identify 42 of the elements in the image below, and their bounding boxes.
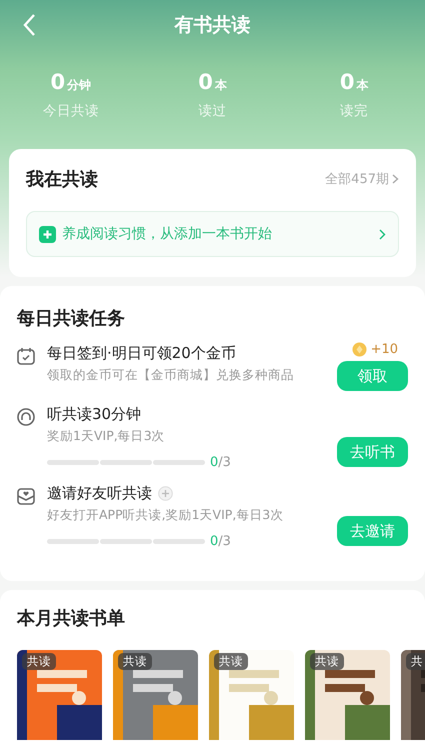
section-title: 我在共读: [26, 168, 98, 191]
co-read-badge: 共: [406, 653, 425, 670]
co-read-badge: 共读: [214, 653, 248, 670]
coin-icon: [352, 342, 367, 357]
coin-reward: +10: [370, 342, 398, 357]
stat-unit: 本: [356, 77, 368, 94]
stat-label: 读完: [340, 102, 368, 120]
all-issues-link[interactable]: 全部457期: [325, 170, 399, 188]
stat-value: 0: [340, 70, 354, 94]
envelope-icon: [17, 487, 35, 505]
progress-total: /3: [218, 534, 231, 549]
chevron-icon: [379, 228, 386, 240]
progress-count: 0: [210, 534, 218, 549]
task-title: 每日签到·明日可领20个金币: [47, 344, 236, 363]
headphones-icon: [17, 408, 35, 426]
co-read-badge: 共读: [22, 653, 56, 670]
task-description: 奖励1天VIP,每日3次: [47, 428, 166, 445]
stat-unit: 分钟: [67, 77, 92, 94]
calendar-icon: [17, 347, 35, 365]
task-description: 领取的金币可在【金币商城】兑换多种商品: [47, 367, 295, 384]
add-book-prompt: 养成阅读习惯，从添加一本书开始: [62, 225, 273, 243]
task-description: 好友打开APP听共读,奖励1天VIP,每日3次: [47, 507, 284, 524]
stat-value: 0: [198, 70, 213, 94]
stat-unit: 本: [214, 77, 227, 94]
progress-count: 0: [210, 455, 218, 470]
section-title: 每日共读任务: [17, 307, 126, 330]
progress-total: /3: [218, 455, 231, 470]
stat-label: 今日共读: [42, 102, 99, 120]
co-read-badge: 共读: [118, 653, 152, 670]
chevron-icon: [392, 174, 399, 184]
plus-icon: [39, 226, 56, 242]
task-button[interactable]: 领取: [337, 361, 408, 391]
add-book-banner[interactable]: 养成阅读习惯，从添加一本书开始: [26, 211, 399, 257]
task-title: 听共读30分钟: [47, 405, 142, 424]
task-button[interactable]: 去邀请: [337, 516, 408, 546]
co-read-badge: 共读: [310, 653, 344, 670]
page-title: 有书共读: [174, 13, 250, 38]
section-title: 本月共读书单: [17, 608, 125, 629]
stat-label: 读过: [198, 102, 226, 120]
task-button[interactable]: 去听书: [337, 437, 408, 467]
task-title: 邀请好友听共读: [47, 484, 152, 503]
stat-value: 0: [50, 70, 66, 94]
